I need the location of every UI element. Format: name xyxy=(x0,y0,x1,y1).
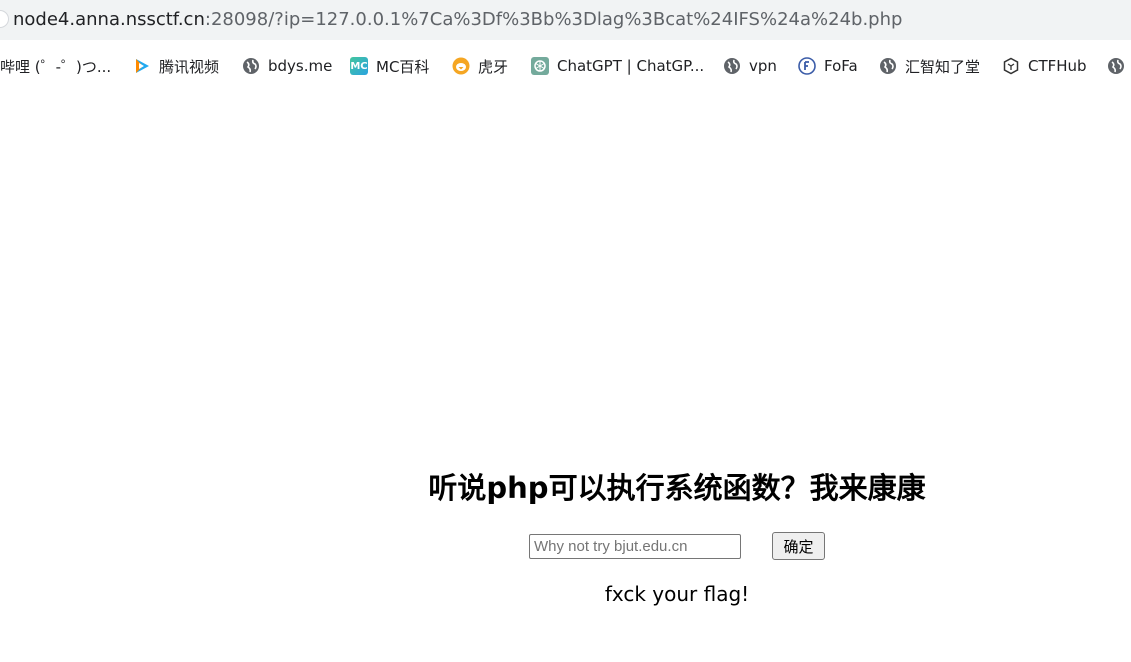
address-bar[interactable]: node4.anna.nssctf.cn:28098/?ip=127.0.0.1… xyxy=(0,0,1131,40)
bookmark-label: 汇智知了堂 xyxy=(905,57,981,76)
url-text[interactable]: node4.anna.nssctf.cn:28098/?ip=127.0.0.1… xyxy=(13,9,902,31)
bookmark-label: CTFHub xyxy=(1028,57,1087,75)
bookmark-huizhi[interactable]: 汇智知了堂 xyxy=(879,46,980,86)
globe-icon xyxy=(723,57,741,75)
submit-button[interactable]: 确定 xyxy=(772,532,825,560)
bookmark-more[interactable] xyxy=(1107,46,1131,86)
bookmark-label: ChatGPT | ChatGP... xyxy=(557,57,705,75)
bookmark-label: FoFa xyxy=(824,57,858,75)
ip-input[interactable] xyxy=(529,534,741,559)
bookmark-vpn[interactable]: vpn xyxy=(723,46,777,86)
bookmark-label: bdys.me xyxy=(268,57,333,75)
bookmarks-bar: 哔哩 (゜-゜)つ... 腾讯视频 bdys.me MC MC百科 虎牙 Cha… xyxy=(0,46,1131,86)
mc-icon: MC xyxy=(350,57,368,75)
bookmark-huya[interactable]: 虎牙 xyxy=(452,46,508,86)
bookmark-ctfhub[interactable]: CTFHub xyxy=(1002,46,1087,86)
globe-icon xyxy=(879,57,897,75)
huya-icon xyxy=(452,57,470,75)
fofa-icon xyxy=(798,57,816,75)
tencent-video-icon xyxy=(133,57,151,75)
bookmark-fofa[interactable]: FoFa xyxy=(798,46,858,86)
page-title: 听说php可以执行系统函数？我来康康 xyxy=(428,471,926,505)
bookmark-bdys[interactable]: bdys.me xyxy=(242,46,332,86)
chatgpt-icon xyxy=(531,57,549,75)
globe-icon xyxy=(242,57,260,75)
url-host: node4.anna.nssctf.cn xyxy=(13,9,205,30)
bookmark-label: 虎牙 xyxy=(478,57,509,76)
bookmark-mcmod[interactable]: MC MC百科 xyxy=(350,46,429,86)
bookmark-label: MC百科 xyxy=(376,57,430,76)
bookmark-label: 腾讯视频 xyxy=(159,57,220,76)
bookmark-chatgpt[interactable]: ChatGPT | ChatGP... xyxy=(531,46,704,86)
ctfhub-icon xyxy=(1002,57,1020,75)
result-text: fxck your flag! xyxy=(604,582,750,606)
globe-icon xyxy=(1107,57,1125,75)
bookmark-bilibili[interactable]: 哔哩 (゜-゜)つ... xyxy=(0,46,111,86)
bookmark-tencent-video[interactable]: 腾讯视频 xyxy=(133,46,219,86)
bookmark-label: 哔哩 (゜-゜)つ... xyxy=(0,57,112,76)
bookmark-label: vpn xyxy=(749,57,777,75)
url-path: :28098/?ip=127.0.0.1%7Ca%3Df%3Bb%3Dlag%3… xyxy=(204,9,903,30)
site-info-icon[interactable] xyxy=(0,10,9,28)
